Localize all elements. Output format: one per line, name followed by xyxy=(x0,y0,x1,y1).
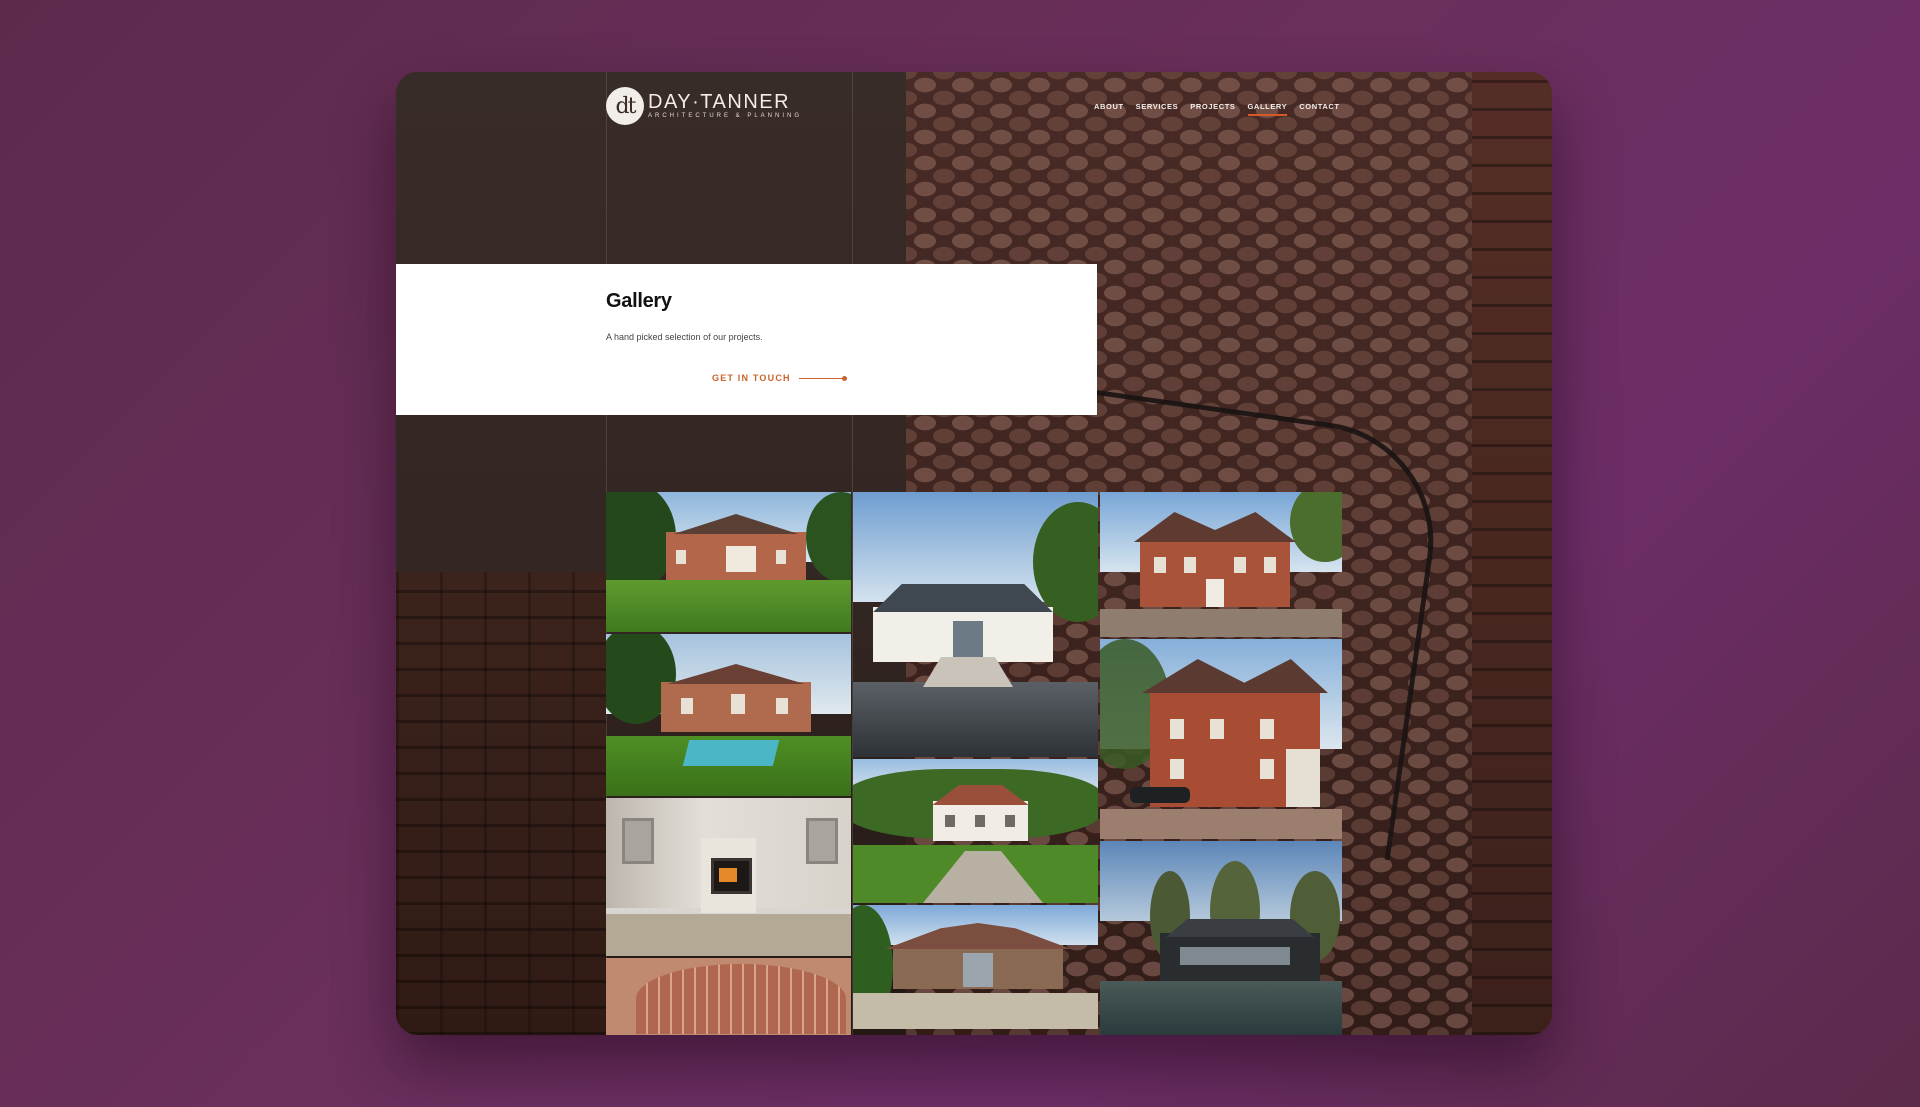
get-in-touch-button[interactable]: GET IN TOUCH xyxy=(712,373,847,383)
gallery-photo[interactable] xyxy=(1100,841,1342,1035)
gallery-photo[interactable] xyxy=(853,905,1098,1029)
nav-contact[interactable]: CONTACT xyxy=(1299,102,1339,116)
brand-name: DAY·TANNER xyxy=(648,91,791,113)
cta-line-icon xyxy=(798,377,843,379)
gallery-photo[interactable] xyxy=(853,759,1098,903)
main-nav: ABOUT SERVICES PROJECTS GALLERY CONTACT xyxy=(1094,102,1340,116)
hero-card: Gallery A hand picked selection of our p… xyxy=(396,264,1097,415)
gallery-photo[interactable] xyxy=(606,492,851,632)
brand-tagline: ARCHITECTURE & PLANNING xyxy=(648,113,803,119)
logo-mark: dt xyxy=(606,87,644,125)
site-logo[interactable]: dt DAY·TANNER ARCHITECTURE & PLANNING xyxy=(606,87,802,125)
gallery-photo[interactable] xyxy=(606,958,851,1035)
logo-text: DAY·TANNER ARCHITECTURE & PLANNING xyxy=(648,92,802,120)
page-description: A hand picked selection of our projects. xyxy=(606,332,763,342)
page-title: Gallery xyxy=(606,290,672,312)
cta-label: GET IN TOUCH xyxy=(712,373,791,383)
gallery-photo[interactable] xyxy=(606,634,851,796)
gallery-photo[interactable] xyxy=(606,798,851,956)
gallery-photo[interactable] xyxy=(853,492,1098,757)
nav-services[interactable]: SERVICES xyxy=(1136,102,1179,116)
browser-window: dt DAY·TANNER ARCHITECTURE & PLANNING AB… xyxy=(396,72,1552,1035)
nav-projects[interactable]: PROJECTS xyxy=(1190,102,1235,116)
gallery-grid xyxy=(606,492,1342,1035)
nav-gallery[interactable]: GALLERY xyxy=(1247,102,1288,116)
gallery-photo[interactable] xyxy=(1100,639,1342,839)
nav-about[interactable]: ABOUT xyxy=(1094,102,1124,116)
gallery-photo[interactable] xyxy=(1100,492,1342,637)
